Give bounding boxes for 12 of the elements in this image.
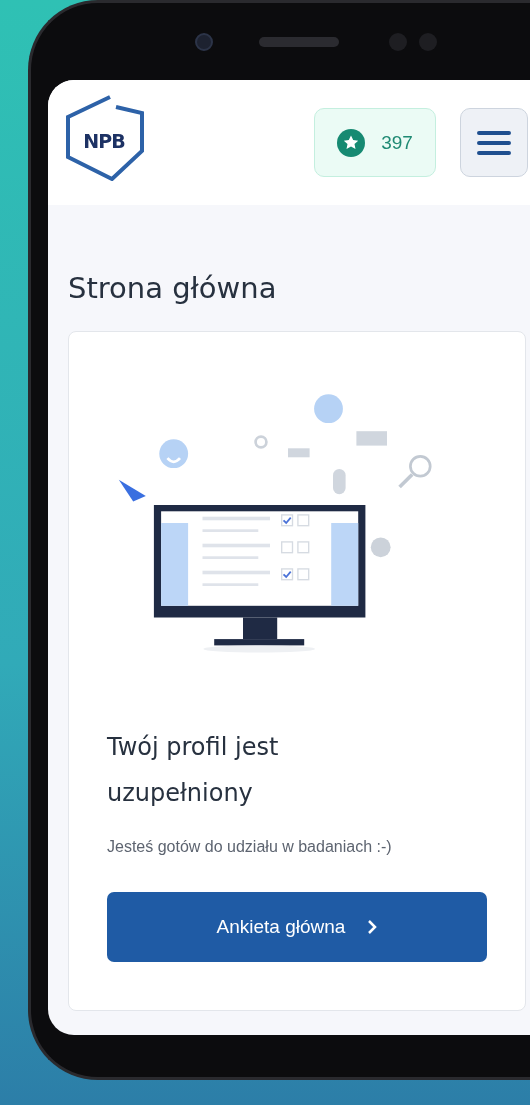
- camera-icon: [195, 32, 213, 51]
- menu-button[interactable]: [460, 108, 528, 177]
- page-title: Strona główna: [68, 271, 278, 305]
- menu-icon: [476, 129, 512, 156]
- card-subtitle: Jesteś gotów do udziału w badaniach :-): [107, 838, 393, 856]
- main-survey-button[interactable]: Ankieta główna: [107, 892, 487, 962]
- logo-text: NPB: [83, 129, 125, 152]
- points-badge[interactable]: 397: [314, 108, 436, 177]
- card-title: Twój profil jest uzupełniony: [107, 732, 280, 809]
- speaker-icon: [259, 36, 339, 47]
- points-count: 397: [381, 131, 413, 154]
- chevron-right-icon: [367, 919, 378, 935]
